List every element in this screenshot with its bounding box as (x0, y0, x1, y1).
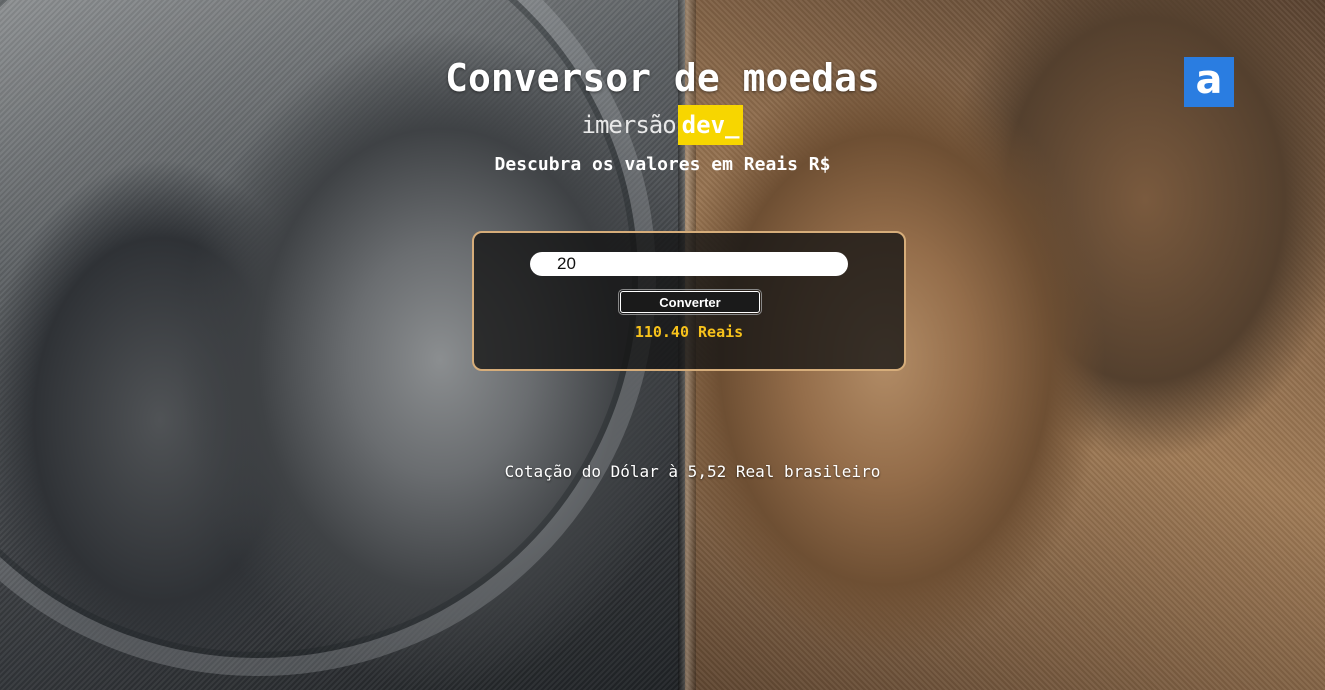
alura-logo-icon[interactable]: a (1184, 57, 1234, 107)
convert-button[interactable]: Converter (618, 289, 762, 315)
page-content: Conversor de moedas imersão dev_ Descubra… (0, 0, 1325, 690)
page-subtitle: Descubra os valores em Reais R$ (494, 154, 831, 175)
brand-imersao-dev: imersão dev_ (0, 104, 1325, 145)
exchange-rate-text: Cotação do Dólar à 5,52 Real brasileiro (504, 462, 881, 481)
brand-dev-badge: dev_ (677, 105, 744, 145)
converter-card: Converter 110.40 Reais (472, 231, 906, 371)
brand-imersao-text: imersão (581, 111, 677, 139)
amount-input[interactable] (530, 252, 848, 276)
page-title: Conversor de moedas (445, 56, 880, 100)
conversion-result: 110.40 Reais (634, 323, 744, 341)
alura-logo-glyph: a (1195, 57, 1223, 103)
